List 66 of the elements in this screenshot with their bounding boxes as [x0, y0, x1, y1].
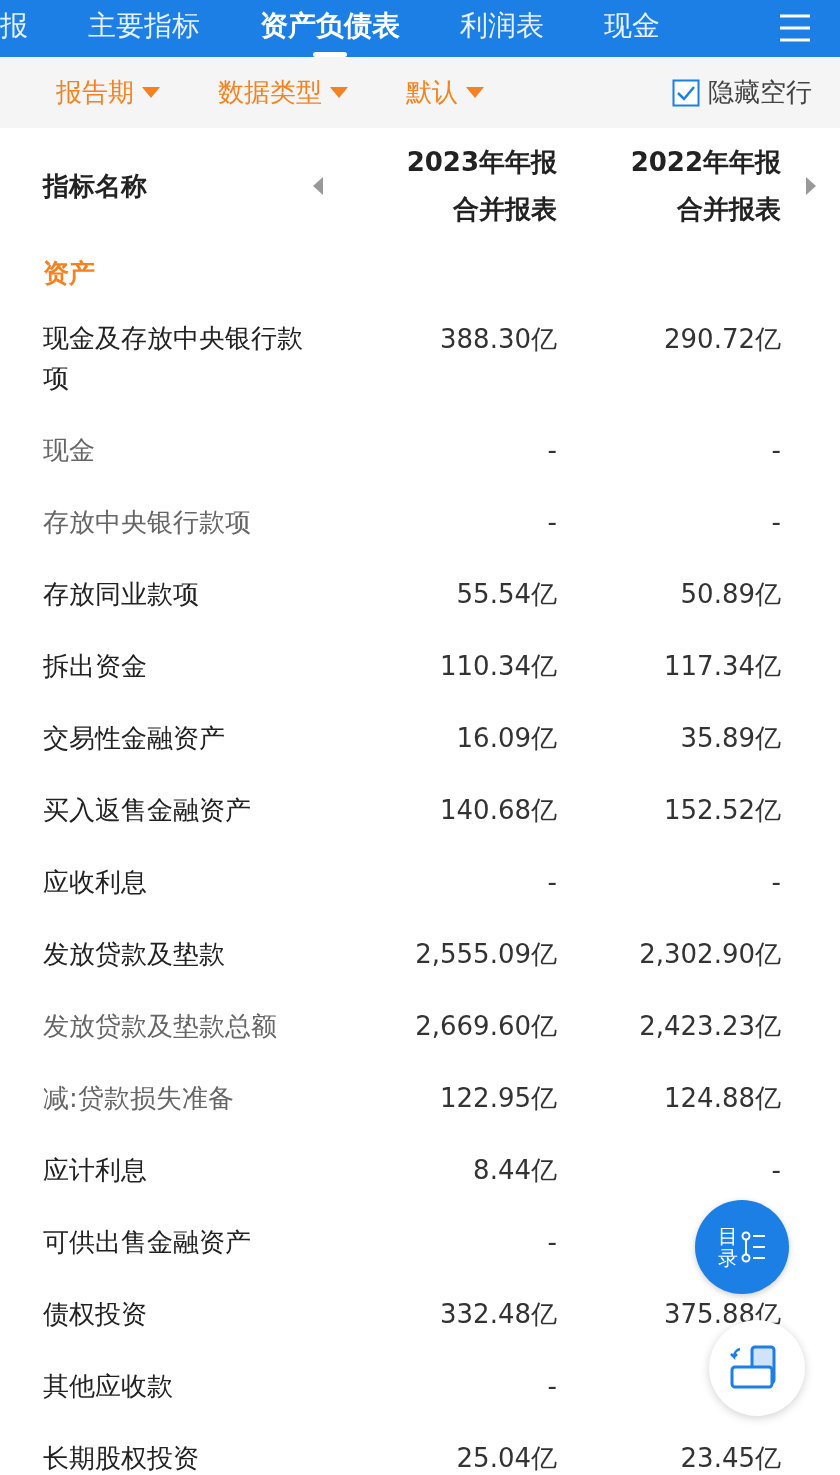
row-label: 现金 [43, 434, 96, 467]
column-header: 合并报表 [677, 193, 781, 226]
table-cell: - [547, 435, 557, 465]
tab[interactable]: 现金 [594, 0, 670, 57]
caret-icon [466, 87, 484, 98]
row-label: 可供出售金融资产 [43, 1226, 252, 1259]
table-cell: - [771, 1155, 781, 1185]
table-cell: 2,669.60亿 [415, 1010, 557, 1041]
filter-dropdown[interactable]: 默认 [394, 75, 496, 110]
row-label: 拆出资金 [43, 650, 148, 683]
row-label: 买入返售金融资产 [43, 794, 252, 827]
row-label: 应收利息 [43, 866, 148, 899]
column-header: 指标名称 [43, 169, 147, 203]
caret-icon [330, 87, 348, 98]
table-cell: 2,423.23亿 [639, 1010, 781, 1041]
table-cell: - [771, 867, 781, 897]
table-cell: - [771, 435, 781, 465]
table-cell: 35.89亿 [680, 722, 781, 753]
table-cell: 55.54亿 [456, 578, 557, 609]
catalog-button[interactable]: 目录 [695, 1200, 789, 1294]
table-cell: 50.89亿 [680, 578, 781, 609]
table-cell: - [771, 507, 781, 537]
scroll-right-icon[interactable] [805, 177, 816, 195]
table-cell: 110.34亿 [440, 650, 557, 681]
row-label: 存放同业款项 [43, 578, 200, 611]
row-label: 债权投资 [43, 1298, 148, 1331]
table-cell: 152.52亿 [664, 794, 781, 825]
table-cell: 2,302.90亿 [639, 938, 781, 969]
table-cell: - [547, 1227, 557, 1257]
tab[interactable]: 资产负债表 [250, 0, 410, 57]
scroll-left-icon[interactable] [313, 177, 323, 195]
row-label: 应计利息 [43, 1154, 148, 1187]
column-header: 2022年年报 [630, 146, 781, 179]
table-cell: 117.34亿 [664, 650, 781, 681]
row-label: 其他应收款 [43, 1370, 174, 1403]
filter-dropdown[interactable]: 报告期 [44, 75, 172, 110]
table-cell: - [547, 1371, 557, 1401]
table-cell: 25.04亿 [456, 1442, 557, 1473]
table-cell: 388.30亿 [440, 324, 557, 354]
tab[interactable]: 利润表 [450, 0, 554, 57]
row-label: 发放贷款及垫款 [43, 938, 226, 971]
table-cell: 332.48亿 [440, 1298, 557, 1329]
caret-icon [142, 87, 160, 98]
row-label: 减:贷款损失准备 [43, 1082, 235, 1115]
row-label: 长期股权投资 [43, 1442, 200, 1475]
table-cell: 8.44亿 [473, 1154, 557, 1185]
table-cell: 23.45亿 [680, 1442, 781, 1473]
table-cell: - [547, 867, 557, 897]
column-header: 合并报表 [453, 193, 557, 226]
table-cell: 16.09亿 [456, 722, 557, 753]
table-cell: 2,555.09亿 [415, 938, 557, 969]
row-label: 交易性金融资产 [43, 722, 226, 755]
table-cell: 140.68亿 [440, 794, 557, 825]
table-cell: - [547, 507, 557, 537]
filter-dropdown[interactable]: 数据类型 [206, 75, 360, 110]
tab[interactable]: 报 [0, 0, 38, 57]
table-cell: 122.95亿 [440, 1082, 557, 1113]
table-cell: 290.72亿 [664, 324, 781, 354]
table-cell: 124.88亿 [664, 1082, 781, 1113]
section-title: 资产 [43, 258, 95, 288]
column-header: 2023年年报 [406, 146, 557, 179]
row-label: 现金及存放中央银行款项 [43, 322, 304, 395]
tab[interactable]: 主要指标 [78, 0, 210, 57]
row-label: 发放贷款及垫款总额 [43, 1010, 278, 1043]
row-label: 存放中央银行款项 [43, 506, 252, 539]
hide-empty-rows-checkbox[interactable]: 隐藏空行 [666, 74, 818, 111]
